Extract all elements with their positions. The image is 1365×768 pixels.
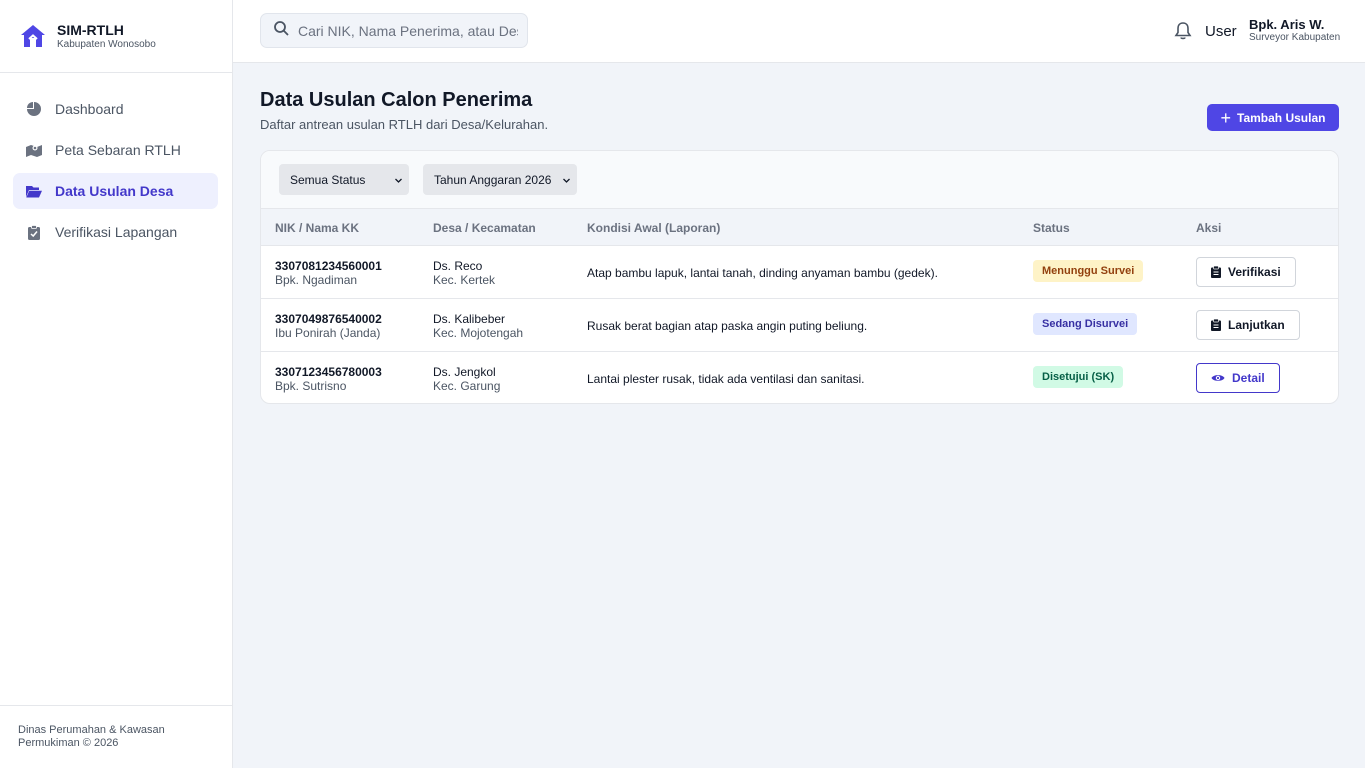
bell-icon[interactable] [1173,21,1193,41]
row-name: Bpk. Ngadiman [275,273,358,287]
sidebar-item-peta[interactable]: Peta Sebaran RTLH [13,132,218,168]
folder-open-icon [26,183,42,199]
header-desa: Desa / Kecamatan [433,221,536,235]
action-label: Lanjutkan [1228,318,1285,332]
sidebar-item-label: Peta Sebaran RTLH [55,142,181,158]
user-role: Surveyor Kabupaten [1249,32,1341,43]
row-kondisi: Lantai plester rusak, tidak ada ventilas… [587,372,865,386]
row-kondisi: Rusak berat bagian atap paska angin puti… [587,319,868,333]
sidebar-nav: Dashboard Peta Sebaran RTLH Data Usulan … [0,73,232,250]
filter-bar: Semua Status Tahun Anggaran 2026 [261,151,1338,209]
user-name[interactable]: Bpk. Aris W. [1249,17,1324,32]
row-desa: Ds. Kalibeber [433,312,506,326]
header-status: Status [1033,221,1070,235]
status-filter-select[interactable]: Semua Status [279,164,409,195]
row-nik: 3307123456780003 [275,365,382,379]
brand[interactable]: SIM-RTLH Kabupaten Wonosobo [0,0,232,73]
clipboard-check-icon [26,224,42,240]
sidebar-item-label: Data Usulan Desa [55,183,174,199]
clipboard-icon [1211,266,1221,278]
search-icon [274,20,289,41]
chevron-down-icon [394,174,403,183]
map-icon [26,142,42,158]
brand-subtitle: Kabupaten Wonosobo [57,38,156,50]
table-row: 3307123456780003 Bpk. Sutrisno Ds. Jengko… [261,352,1338,403]
row-desa: Ds. Reco [433,259,483,273]
action-label: Verifikasi [1228,265,1281,279]
search-input[interactable] [298,22,518,39]
user-label[interactable]: User [1205,23,1237,40]
chevron-down-icon [562,174,571,183]
verifikasi-button[interactable]: Verifikasi [1196,257,1296,287]
row-nik: 3307081234560001 [275,259,382,273]
add-usulan-label: Tambah Usulan [1237,110,1326,125]
year-filter-value: Tahun Anggaran 2026 [434,172,552,187]
header-aksi: Aksi [1196,221,1222,235]
brand-title: SIM-RTLH [57,21,124,38]
usulan-card: Semua Status Tahun Anggaran 2026 NIK / N… [260,150,1339,404]
row-kecamatan: Kec. Garung [433,379,501,393]
sidebar-item-label: Verifikasi Lapangan [55,224,178,240]
pie-chart-icon [26,101,42,117]
status-badge: Sedang Disurvei [1033,313,1138,335]
sidebar-item-dashboard[interactable]: Dashboard [13,91,218,127]
detail-button[interactable]: Detail [1196,363,1280,393]
row-name: Ibu Ponirah (Janda) [275,326,381,340]
lanjutkan-button[interactable]: Lanjutkan [1196,310,1300,340]
sidebar-footer: Dinas Perumahan & Kawasan Permukiman © 2… [0,705,232,768]
row-kecamatan: Kec. Kertek [433,273,496,287]
add-usulan-button[interactable]: + Tambah Usulan [1207,104,1339,131]
clipboard-icon [1211,319,1221,331]
page-title: Data Usulan Calon Penerima [260,89,533,111]
sidebar-item-label: Dashboard [55,101,124,117]
status-filter-value: Semua Status [290,172,366,187]
sidebar-item-verifikasi[interactable]: Verifikasi Lapangan [13,214,218,250]
page-subtitle: Daftar antrean usulan RTLH dari Desa/Kel… [260,117,549,132]
row-name: Bpk. Sutrisno [275,379,347,393]
status-badge: Menunggu Survei [1033,260,1144,282]
row-kecamatan: Kec. Mojotengah [433,326,524,340]
row-kondisi: Atap bambu lapuk, lantai tanah, dinding … [587,266,938,280]
year-filter-select[interactable]: Tahun Anggaran 2026 [423,164,577,195]
plus-icon: + [1220,107,1232,128]
sidebar-item-data-usulan[interactable]: Data Usulan Desa [13,173,218,209]
table-row: 3307081234560001 Bpk. Ngadiman Ds. Reco Ke… [261,246,1338,299]
header-kondisi: Kondisi Awal (Laporan) [587,221,721,235]
sidebar: SIM-RTLH Kabupaten Wonosobo Dashboard Pe… [0,0,233,768]
topbar: User Bpk. Aris W. Surveyor Kabupaten [233,0,1365,63]
action-label: Detail [1232,371,1265,385]
header-nik: NIK / Nama KK [275,221,360,235]
row-desa: Ds. Jengkol [433,365,496,379]
row-nik: 3307049876540002 [275,312,382,326]
eye-icon [1211,373,1225,383]
table-row: 3307049876540002 Ibu Ponirah (Janda) Ds. … [261,299,1338,352]
status-badge: Disetujui (SK) [1033,366,1124,388]
search-box[interactable] [260,13,528,48]
home-icon [20,23,46,49]
table-header: NIK / Nama KK Desa / Kecamatan Kondisi A… [261,209,1338,246]
